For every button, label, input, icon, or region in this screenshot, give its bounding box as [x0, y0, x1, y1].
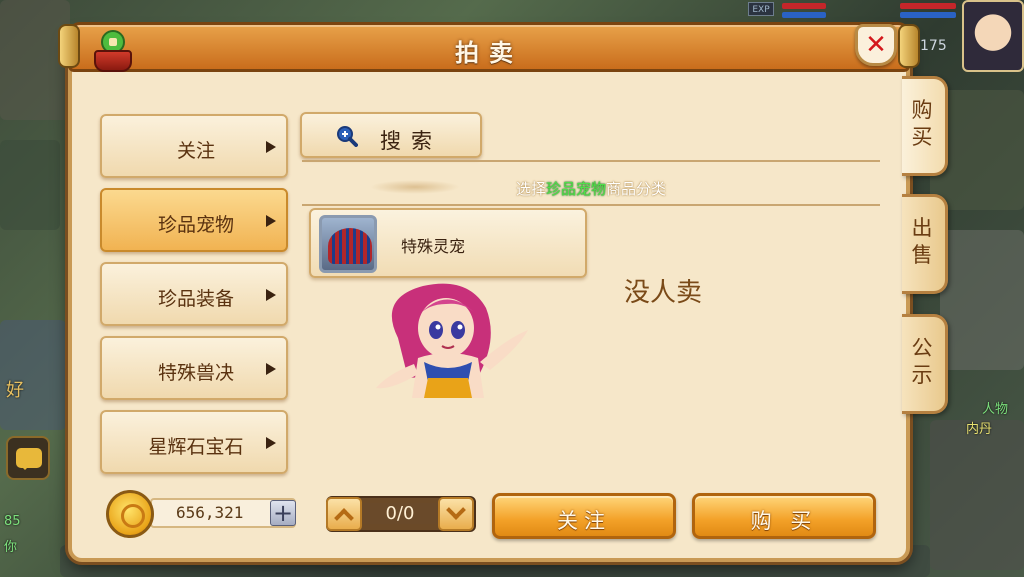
plus-icon: +: [272, 499, 294, 527]
page-down-button[interactable]: [438, 497, 474, 531]
tab-public-label: 公示: [911, 336, 933, 387]
follow-button[interactable]: 关注: [492, 493, 676, 539]
pet-hp-bar: [900, 3, 956, 9]
window-title: 拍卖: [455, 39, 523, 67]
title-scroll-left: [58, 24, 80, 68]
chat-button[interactable]: [6, 436, 50, 480]
category-label: 特殊兽决: [157, 362, 234, 384]
title-bar: 拍卖: [68, 22, 910, 72]
hint-highlight: 珍品宠物: [545, 180, 606, 198]
buy-label: 购 买: [750, 509, 818, 533]
buy-button[interactable]: 购 买: [692, 493, 876, 539]
title-scroll-right: [898, 24, 920, 68]
arrow-right-icon: [266, 437, 276, 449]
arrow-right-icon: [266, 215, 276, 227]
item-name: 特殊灵宠: [401, 237, 466, 256]
arrow-right-icon: [266, 289, 276, 301]
chevron-up-icon: [334, 508, 354, 528]
category-label: 珍品装备: [157, 288, 234, 310]
divider: [302, 160, 880, 162]
chevron-down-icon: [446, 500, 466, 520]
hud-right-text-1[interactable]: 人物: [982, 398, 1008, 417]
tab-public[interactable]: 公示: [902, 314, 948, 414]
hint-prefix: 选择: [515, 180, 546, 198]
level-number: 175: [920, 38, 947, 54]
arrow-right-icon: [266, 363, 276, 375]
pet-icon: [319, 215, 377, 273]
category-rare-equipment[interactable]: 珍品装备: [100, 262, 288, 326]
category-gems[interactable]: 星辉石宝石: [100, 410, 288, 474]
add-currency-button[interactable]: +: [270, 499, 296, 527]
hud-right-text-2[interactable]: 内丹: [966, 418, 992, 437]
hp-bar: [782, 3, 826, 9]
mp-bar: [782, 12, 826, 18]
lantern-icon: [90, 28, 136, 74]
hud-left-text-2: 85: [4, 514, 21, 529]
npc-girl-illustration: [376, 283, 528, 398]
category-label: 关注: [176, 140, 215, 162]
hud-left-text-3: 你: [4, 540, 18, 555]
tab-sell-label: 出售: [911, 216, 933, 267]
divider: [302, 204, 880, 206]
follow-label: 关注: [557, 509, 611, 533]
player-avatar[interactable]: [962, 0, 1024, 72]
category-label: 星辉石宝石: [148, 436, 244, 458]
category-special-skills[interactable]: 特殊兽决: [100, 336, 288, 400]
item-card[interactable]: 特殊灵宠: [309, 208, 587, 278]
hud-left-text-1: 好: [6, 380, 24, 401]
tab-sell[interactable]: 出售: [902, 194, 948, 294]
no-seller-message: 没人卖: [624, 278, 703, 308]
page-up-button[interactable]: [326, 497, 362, 531]
search-label: 搜索: [380, 129, 442, 153]
chat-icon: [16, 448, 42, 470]
gold-coin-icon: [106, 490, 154, 538]
page-indicator: 0/0: [362, 503, 438, 524]
search-button[interactable]: 搜索: [300, 112, 482, 158]
tab-buy-label: 购买: [911, 98, 933, 149]
tab-buy[interactable]: 购买: [902, 76, 948, 176]
exp-badge: EXP: [748, 2, 774, 16]
category-label: 珍品宠物: [157, 214, 234, 236]
search-icon: [337, 126, 358, 147]
currency-amount: 656,321: [176, 503, 244, 522]
close-icon: ✕: [865, 30, 887, 60]
hint-suffix: 商品分类: [606, 180, 667, 198]
category-follow[interactable]: 关注: [100, 114, 288, 178]
category-hint: 选择珍品宠物商品分类: [302, 178, 880, 199]
pet-mp-bar: [900, 12, 956, 18]
arrow-right-icon: [266, 141, 276, 153]
category-rare-pets[interactable]: 珍品宠物: [100, 188, 288, 252]
close-button[interactable]: ✕: [855, 24, 897, 66]
